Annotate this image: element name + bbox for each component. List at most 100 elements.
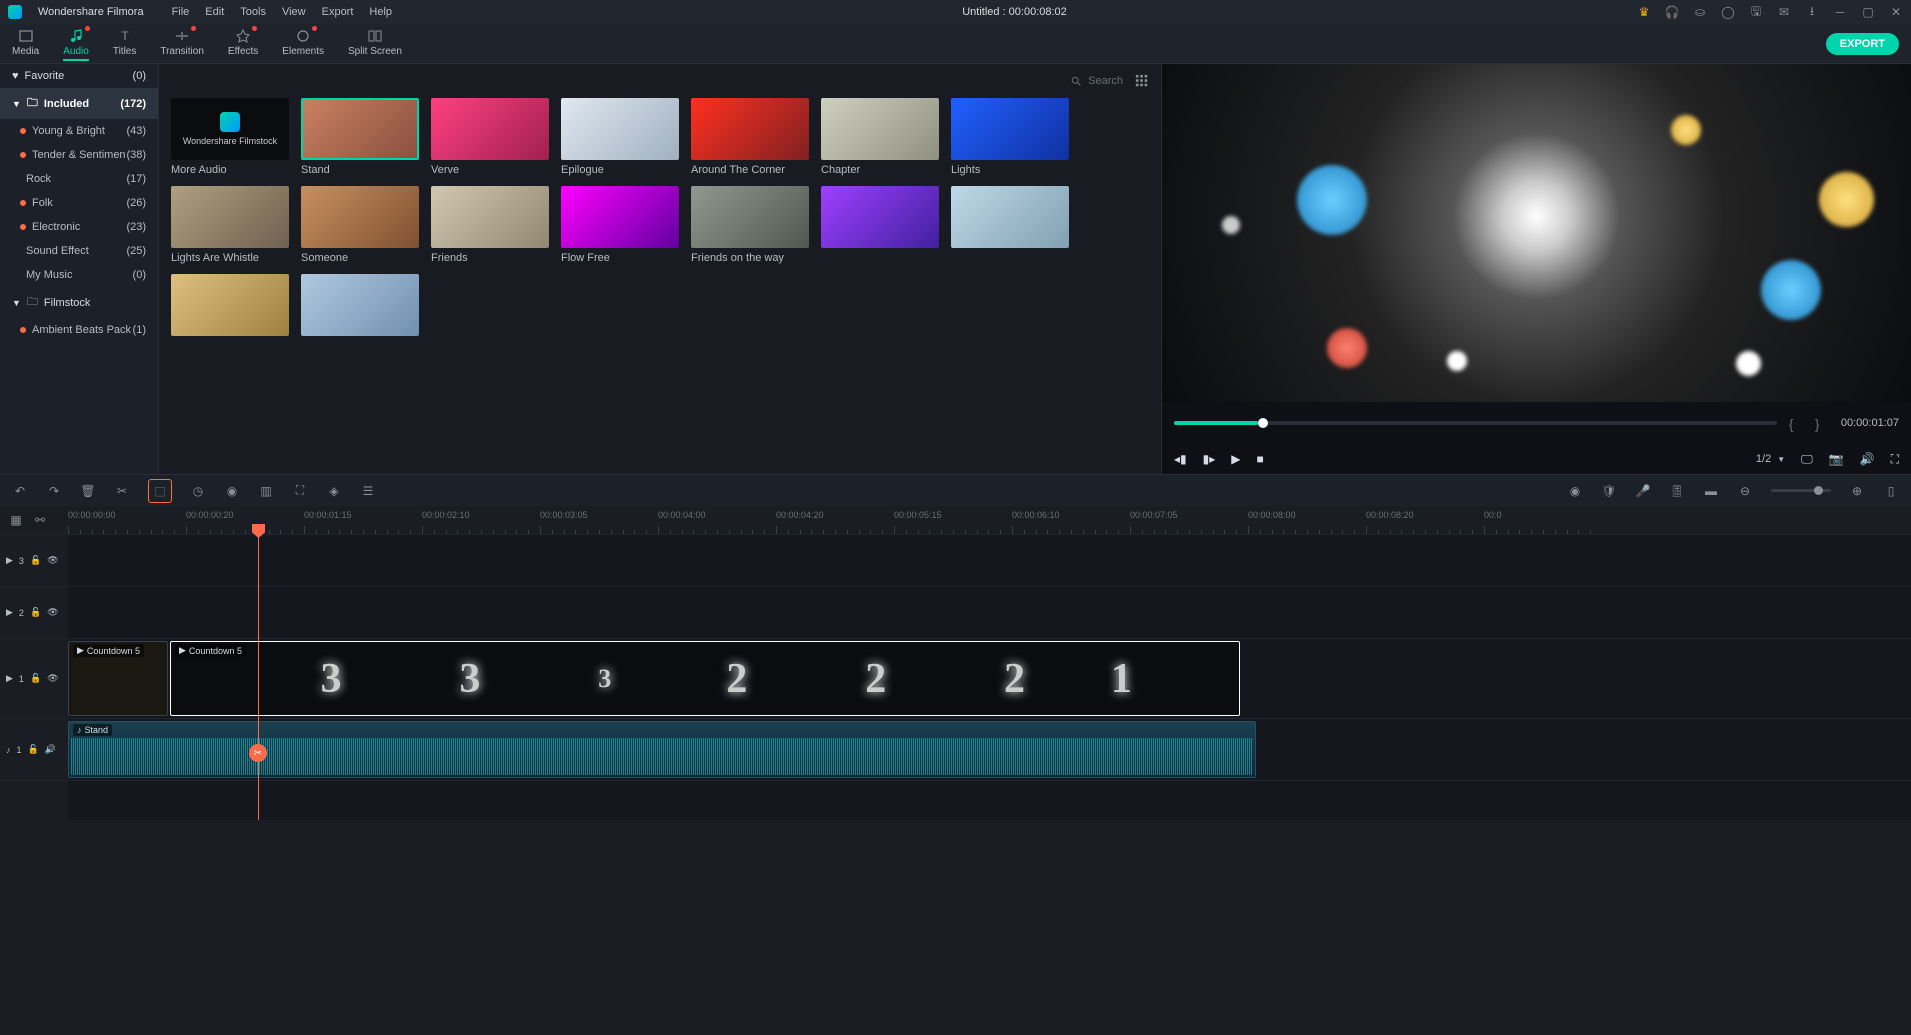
export-button[interactable]: EXPORT	[1826, 33, 1899, 55]
headphones-icon[interactable]: 🎧	[1665, 5, 1679, 19]
track-body[interactable]	[68, 535, 1911, 586]
track-add-icon[interactable]: ▦	[8, 512, 24, 528]
redo-button[interactable]: ↷	[46, 483, 62, 499]
sidebar-sound-effect[interactable]: Sound Effect(25)	[0, 239, 158, 263]
preview-zoom-select[interactable]: 1/2 ▼	[1756, 453, 1785, 465]
monitor-icon[interactable]: 🖵	[1801, 452, 1813, 467]
tab-transition[interactable]: Transition	[160, 26, 204, 61]
eye-icon[interactable]: 👁	[47, 555, 58, 566]
lock-icon[interactable]: 🔓	[28, 744, 39, 755]
menu-export[interactable]: Export	[322, 6, 354, 18]
sidebar-rock[interactable]: Rock(17)	[0, 167, 158, 191]
menu-edit[interactable]: Edit	[205, 6, 224, 18]
thumb-more-audio[interactable]: Wondershare FilmstockMore Audio	[171, 98, 289, 176]
eye-icon[interactable]: 👁	[47, 607, 58, 618]
delete-button[interactable]: 🗑	[80, 483, 96, 499]
zoom-in-button[interactable]: ⊕	[1849, 483, 1865, 499]
thumb-friends-on-the-way[interactable]: Friends on the way	[691, 186, 809, 264]
record-button[interactable]: 🎤	[1635, 483, 1651, 499]
thumb-lights-are-whistle[interactable]: Lights Are Whistle	[171, 186, 289, 264]
next-frame-button[interactable]: ▮▸	[1203, 452, 1216, 466]
maximize-icon[interactable]: ▢	[1861, 5, 1875, 19]
render-button[interactable]: ◉	[1567, 483, 1583, 499]
eye-icon[interactable]: 👁	[47, 673, 58, 684]
sidebar-included[interactable]: ▼ 🗀 Included(172)	[0, 88, 158, 119]
thumb-item-14[interactable]	[171, 274, 289, 340]
clip-countdown-b[interactable]: ▶Countdown 5 3 3 3 2 2 2 1	[170, 641, 1240, 716]
close-icon[interactable]: ✕	[1889, 5, 1903, 19]
grid-view-icon[interactable]	[1135, 74, 1149, 88]
tab-effects[interactable]: Effects	[228, 26, 258, 61]
search-input[interactable]: Search	[1070, 75, 1123, 87]
play-button[interactable]: ▶	[1231, 452, 1240, 466]
thumb-item-15[interactable]	[301, 274, 419, 340]
sidebar-ambient-beats[interactable]: Ambient Beats Pack(1)	[0, 318, 158, 342]
prev-frame-button[interactable]: ◂▮	[1174, 452, 1187, 466]
minimize-icon[interactable]: ─	[1833, 5, 1847, 19]
tab-elements[interactable]: Elements	[282, 26, 324, 61]
split-button[interactable]: ✂	[114, 483, 130, 499]
color-button[interactable]: ◉	[224, 483, 240, 499]
thumb-around-the-corner[interactable]: Around The Corner	[691, 98, 809, 176]
thumb-epilogue[interactable]: Epilogue	[561, 98, 679, 176]
lock-icon[interactable]: 🔓	[30, 555, 41, 566]
thumb-friends[interactable]: Friends	[431, 186, 549, 264]
mixer-button[interactable]: 🎚	[1669, 483, 1685, 499]
message-icon[interactable]: ✉	[1777, 5, 1791, 19]
cut-marker-icon[interactable]: ✂	[249, 744, 267, 762]
user-icon[interactable]: ◯	[1721, 5, 1735, 19]
track-body[interactable]: ▶Countdown 5 ▶Countdown 5 3 3 3 2 2 2 1	[68, 639, 1911, 718]
timeline-ruler[interactable]: ▦ ⚯ 00:00:00:0000:00:00:2000:00:01:1500:…	[0, 506, 1911, 534]
green-screen-button[interactable]: ▥	[258, 483, 274, 499]
crop-button[interactable]: ⬚	[148, 479, 172, 503]
menu-help[interactable]: Help	[369, 6, 392, 18]
speed-button[interactable]: ◷	[190, 483, 206, 499]
thumb-chapter[interactable]: Chapter	[821, 98, 939, 176]
stop-button[interactable]: ■	[1257, 452, 1264, 466]
clip-audio-stand[interactable]: ♪Stand	[68, 721, 1256, 778]
sidebar-my-music[interactable]: My Music(0)	[0, 263, 158, 287]
preview-progress[interactable]	[1174, 421, 1777, 425]
sidebar-tender[interactable]: Tender & Sentimen(38)	[0, 143, 158, 167]
thumb-item-12[interactable]	[821, 186, 939, 264]
track-body[interactable]: ♪Stand	[68, 719, 1911, 780]
mark-in-icon[interactable]: {	[1789, 416, 1803, 430]
mute-icon[interactable]: 🔊	[45, 744, 56, 755]
thumb-stand[interactable]: Stand	[301, 98, 419, 176]
thumb-flow-free[interactable]: Flow Free	[561, 186, 679, 264]
fullscreen-icon[interactable]: ⛶	[1891, 452, 1899, 467]
mark-out-icon[interactable]: }	[1815, 416, 1829, 430]
sidebar-folk[interactable]: Folk(26)	[0, 191, 158, 215]
preview-canvas[interactable]	[1162, 64, 1911, 402]
menu-view[interactable]: View	[282, 6, 306, 18]
thumb-item-13[interactable]	[951, 186, 1069, 264]
crown-icon[interactable]: ♛	[1637, 5, 1651, 19]
tab-media[interactable]: Media	[12, 26, 39, 61]
download-icon[interactable]: ⭳	[1805, 5, 1819, 19]
zoom-fit-button[interactable]: ▯	[1883, 483, 1899, 499]
playhead[interactable]	[258, 534, 259, 820]
tab-audio[interactable]: Audio	[63, 26, 89, 61]
clip-countdown-a[interactable]: ▶Countdown 5	[68, 641, 168, 716]
undo-button[interactable]: ↶	[12, 483, 28, 499]
sidebar-electronic[interactable]: Electronic(23)	[0, 215, 158, 239]
track-body[interactable]	[68, 587, 1911, 638]
volume-icon[interactable]: 🔊	[1860, 452, 1875, 466]
timeline-zoom-slider[interactable]	[1771, 489, 1831, 492]
keyframe-button[interactable]: ◈	[326, 483, 342, 499]
detach-button[interactable]: ⛶	[292, 483, 308, 499]
menu-tools[interactable]: Tools	[240, 6, 266, 18]
marker-button[interactable]: 🛡	[1601, 483, 1617, 499]
sidebar-filmstock[interactable]: ▼ 🗀 Filmstock	[0, 287, 158, 318]
save-icon[interactable]: 🖫	[1749, 5, 1763, 19]
sidebar-young-bright[interactable]: Young & Bright(43)	[0, 119, 158, 143]
thumb-verve[interactable]: Verve	[431, 98, 549, 176]
thumbnail-button[interactable]: ▬	[1703, 483, 1719, 499]
thumb-someone[interactable]: Someone	[301, 186, 419, 264]
tab-split-screen[interactable]: Split Screen	[348, 26, 402, 61]
thumb-lights[interactable]: Lights	[951, 98, 1069, 176]
gift-icon[interactable]: ⛀	[1693, 5, 1707, 19]
lock-icon[interactable]: 🔓	[30, 673, 41, 684]
link-icon[interactable]: ⚯	[32, 512, 48, 528]
snapshot-icon[interactable]: 📷	[1829, 452, 1844, 466]
